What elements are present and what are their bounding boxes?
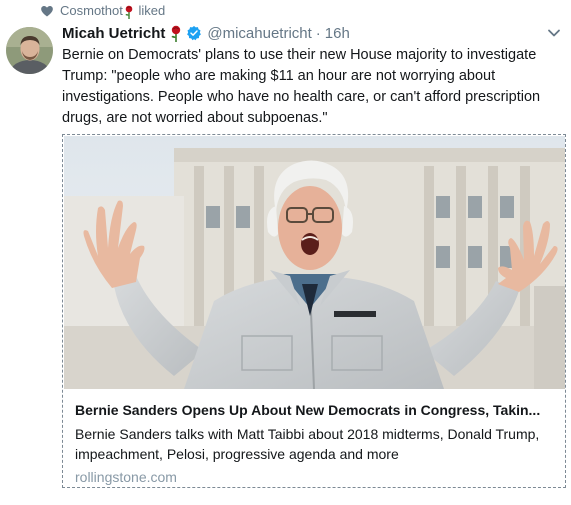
tweet-text: Bernie on Democrats' plans to use their …: [62, 47, 541, 126]
avatar[interactable]: [6, 27, 53, 74]
chevron-down-icon[interactable]: [547, 26, 561, 40]
card-description: Bernie Sanders talks with Matt Taibbi ab…: [75, 426, 540, 462]
tweet-header: Micah Uetricht @micahuetricht · 16h: [62, 22, 531, 44]
card-title[interactable]: Bernie Sanders Opens Up About New Democr…: [75, 401, 555, 420]
author-name[interactable]: Micah Uetricht: [62, 25, 165, 42]
verified-badge-icon: [187, 26, 202, 41]
liker-name[interactable]: Cosmothot: [60, 3, 123, 18]
link-card[interactable]: Bernie Sanders Opens Up About New Democr…: [62, 134, 566, 488]
card-domain: rollingstone.com: [75, 469, 177, 485]
card-image[interactable]: [64, 136, 565, 389]
separator-dot: ·: [315, 24, 321, 42]
rose-emoji-icon: [125, 5, 133, 19]
tweet[interactable]: Cosmothot liked Micah Uetricht @micahuet…: [0, 0, 571, 505]
heart-icon: [41, 6, 53, 17]
tweet-timestamp[interactable]: 16h: [325, 25, 350, 42]
liked-label: liked: [138, 3, 166, 18]
rose-emoji-icon: [171, 25, 181, 42]
author-handle[interactable]: @micahuetricht: [207, 25, 311, 42]
card-body[interactable]: Bernie Sanders Opens Up About New Democr…: [75, 401, 555, 486]
